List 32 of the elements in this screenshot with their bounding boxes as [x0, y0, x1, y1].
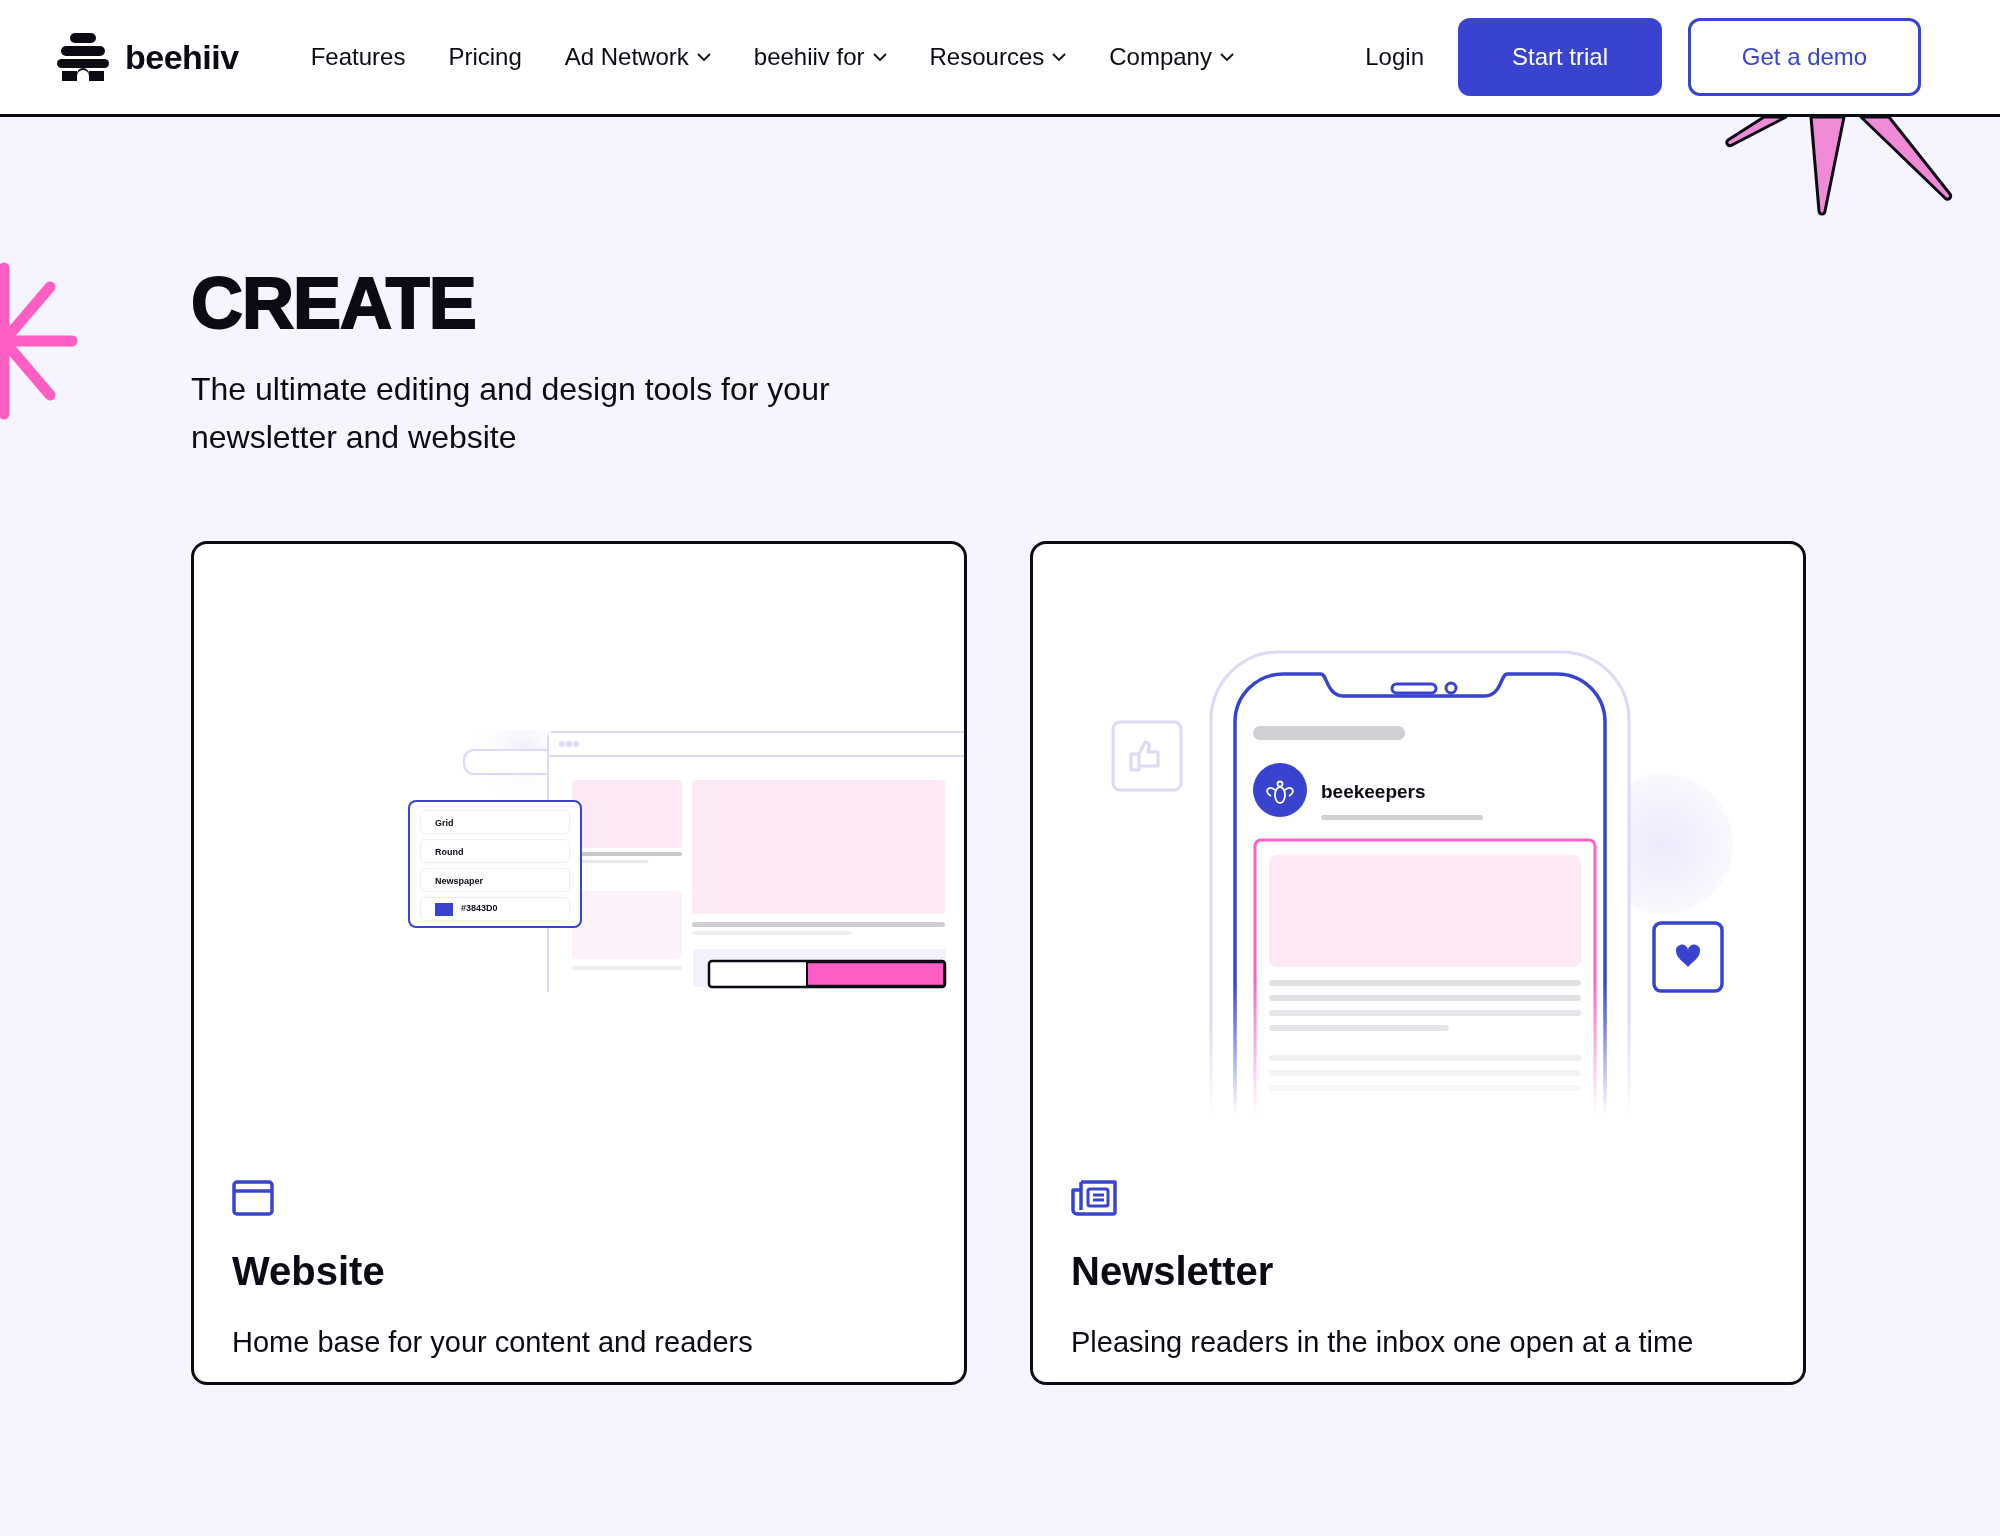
hero-heading: CREATE — [191, 267, 477, 339]
nav-link[interactable]: Pricing — [448, 39, 522, 75]
card-title: Website — [232, 1248, 386, 1295]
option-item: Round — [420, 839, 570, 863]
option-item: Newspaper — [420, 868, 570, 892]
chevron-down-icon — [1219, 52, 1234, 62]
nav-link[interactable]: beehiiv for — [753, 39, 887, 75]
nav-link[interactable]: Ad Network — [564, 39, 711, 75]
chevron-down-icon — [696, 52, 711, 62]
card-description: Pleasing readers in the inbox one open at a time — [1071, 1325, 1695, 1360]
nav-link[interactable]: Resources — [929, 39, 1067, 75]
chevron-down-icon — [872, 52, 887, 62]
login-link[interactable]: Login — [1365, 39, 1424, 75]
newspaper-icon — [1071, 1180, 1117, 1216]
feature-card[interactable]: Grid Round Newspaper #3843D0 Website Home base for your content and readers — [191, 541, 967, 1385]
nav-link[interactable]: Features — [310, 39, 406, 75]
nav-link[interactable]: Company — [1109, 39, 1234, 75]
chevron-down-icon — [1052, 52, 1067, 62]
option-item: Grid — [420, 810, 570, 834]
thumbs-up-icon — [1111, 720, 1183, 792]
feature-card[interactable]: beekeepers Newsletter Pleasing readers in the inbox one open at a time — [1030, 541, 1806, 1385]
card-title: Newsletter — [1071, 1248, 1275, 1295]
demo-button[interactable]: Get a demo — [1688, 18, 1921, 96]
logo[interactable]: beehiiv — [57, 31, 239, 83]
card-description: Home base for your content and readers — [232, 1325, 754, 1360]
logo-icon — [57, 33, 109, 81]
hero-subtitle: The ultimate editing and design tools for your newsletter and website — [191, 370, 831, 457]
color-code: #3843D0 — [461, 902, 498, 916]
color-swatch — [435, 902, 453, 916]
publication-name: beekeepers — [1321, 780, 1426, 804]
start-trial-button[interactable]: Start trial — [1458, 18, 1662, 96]
browser-icon — [232, 1180, 274, 1216]
